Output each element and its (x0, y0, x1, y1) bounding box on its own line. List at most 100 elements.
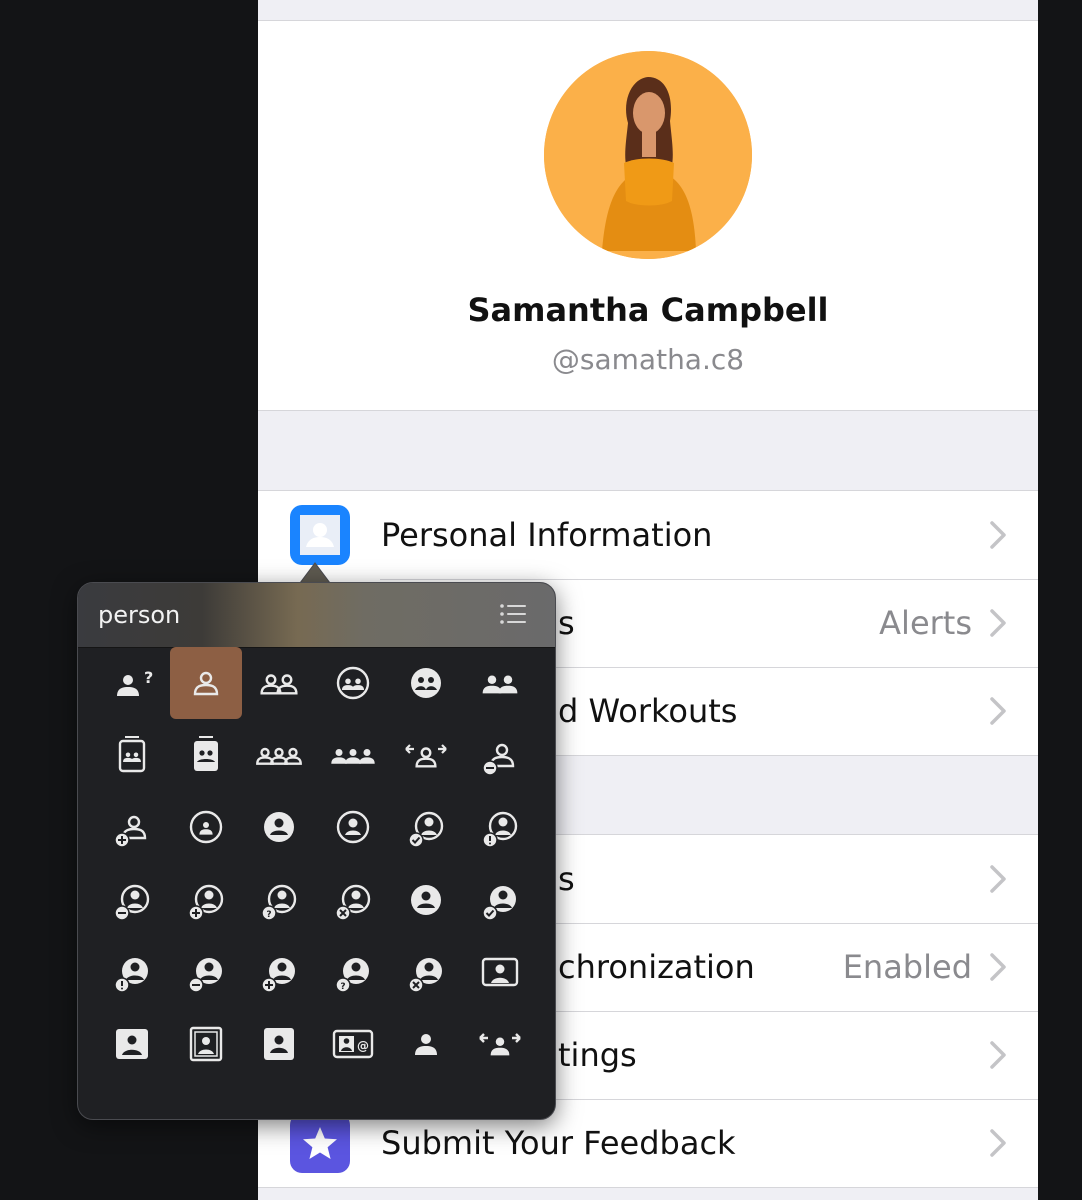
person-crop-circle-fill-minus-icon (187, 957, 222, 993)
svg-text:?: ? (144, 668, 153, 687)
person-text-rectangle-icon: @ (332, 1029, 373, 1059)
person-crop-circle-checkmark-icon (408, 812, 444, 849)
avatar-photo (544, 51, 752, 259)
symbol-cell[interactable] (170, 719, 242, 791)
symbol-cell[interactable] (243, 647, 315, 719)
person-2-circle-fill-icon (411, 668, 441, 698)
profile-header: Samantha Campbell @samatha.c8 (258, 20, 1038, 411)
symbol-cell[interactable] (464, 791, 536, 863)
symbol-cell[interactable] (464, 864, 536, 936)
symbol-cell[interactable] (317, 647, 389, 719)
symbol-cell[interactable] (170, 791, 242, 863)
symbol-cell[interactable] (317, 719, 389, 791)
symbol-cell[interactable] (390, 647, 462, 719)
person-crop-square-fill-icon (116, 1029, 148, 1059)
person-icon (290, 505, 350, 565)
symbol-cell[interactable] (96, 1008, 168, 1080)
person-question-icon: ? (117, 668, 153, 696)
chevron-right-icon (990, 697, 1006, 725)
row-value: Enabled (842, 948, 972, 986)
person-3-icon (256, 747, 302, 766)
list-icon[interactable] (499, 602, 527, 626)
symbol-search-bar[interactable]: person (78, 583, 555, 648)
person-icon (193, 671, 218, 696)
symbol-cell[interactable]: @ (317, 1008, 389, 1080)
symbol-cell[interactable] (464, 719, 536, 791)
symbol-cell[interactable] (390, 936, 462, 1008)
symbol-cell[interactable] (243, 1008, 315, 1080)
symbol-cell[interactable] (317, 791, 389, 863)
person-minus-icon (481, 743, 514, 776)
symbol-cell[interactable] (243, 791, 315, 863)
symbol-cell[interactable] (390, 719, 462, 791)
person-crop-circle-fill-icon (411, 884, 441, 915)
symbol-cell[interactable] (464, 1008, 536, 1080)
svg-text:?: ? (340, 982, 345, 992)
person-crop-circle-fill-checkmark-icon (481, 885, 516, 921)
row-label: Personal Information (381, 516, 713, 554)
chevron-right-icon (990, 1129, 1006, 1157)
chevron-right-icon (990, 1041, 1006, 1069)
symbol-cell[interactable] (390, 791, 462, 863)
person-circle-fill-icon (264, 812, 294, 843)
person-fill-arrows-icon (478, 1033, 521, 1056)
chevron-right-icon (990, 953, 1006, 981)
person-crop-circle-icon (336, 811, 369, 844)
row-label: s (558, 860, 575, 898)
row-label: chronization (558, 948, 755, 986)
symbol-cell[interactable] (317, 864, 389, 936)
row-label: tings (558, 1036, 637, 1074)
symbol-cell[interactable] (170, 864, 242, 936)
row-label: d Workouts (558, 692, 738, 730)
person-crop-circle-question-icon: ? (261, 884, 297, 921)
symbol-cell[interactable] (169, 647, 242, 719)
symbol-cell[interactable]: ? (96, 647, 168, 719)
symbol-cell[interactable] (96, 719, 168, 791)
person-fill-icon (415, 1034, 437, 1055)
symbol-cell[interactable] (464, 936, 536, 1008)
svg-text:@: @ (357, 1039, 369, 1053)
symbol-cell[interactable]: ? (317, 936, 389, 1008)
popover-arrow (300, 562, 330, 584)
profile-handle: @samatha.c8 (551, 343, 745, 376)
symbol-cell[interactable] (464, 647, 536, 719)
person-crop-circle-exclamation-icon (481, 812, 517, 849)
person-crop-rectangle-icon (481, 957, 518, 986)
symbol-search-text[interactable]: person (98, 583, 180, 647)
symbol-picker-popover: person ??? @ (77, 582, 556, 1120)
person-crop-artframe-icon (189, 1026, 222, 1062)
chevron-right-icon (990, 521, 1006, 549)
symbol-cell[interactable] (170, 1008, 242, 1080)
svg-text:?: ? (266, 910, 271, 920)
person-plus-icon (114, 816, 147, 849)
symbol-cell[interactable] (96, 936, 168, 1008)
person-2-fill-icon (482, 675, 517, 694)
person-crop-circle-fill-exclamation-icon (114, 957, 148, 993)
symbol-cell[interactable] (96, 791, 168, 863)
symbol-cell[interactable] (390, 864, 462, 936)
symbol-cell[interactable] (243, 936, 315, 1008)
symbol-cell[interactable] (243, 719, 315, 791)
person-2-circle-icon (336, 666, 369, 700)
row-label: s (558, 604, 575, 642)
person-3-fill-icon (330, 749, 375, 764)
symbol-cell[interactable]: ? (243, 864, 315, 936)
person-crop-circle-minus-icon (114, 884, 150, 921)
person-circle-icon (189, 811, 222, 844)
symbol-cell[interactable] (96, 864, 168, 936)
person-crop-circle-fill-question-icon: ? (334, 957, 369, 993)
row-value: Alerts (879, 604, 972, 642)
person-2-wave-fill-icon (193, 736, 218, 772)
row-personal-information[interactable]: Personal Information (258, 491, 1038, 579)
star-icon (290, 1113, 350, 1173)
avatar[interactable] (544, 51, 752, 259)
person-2-icon (260, 674, 298, 695)
chevron-right-icon (990, 865, 1006, 893)
symbol-cell[interactable] (170, 936, 242, 1008)
chevron-right-icon (990, 609, 1006, 637)
person-crop-circle-xmark-icon (334, 884, 370, 921)
person-crop-circle-fill-xmark-icon (408, 957, 442, 993)
person-arrows-icon (405, 744, 447, 768)
person-crop-circle-plus-icon (187, 884, 223, 921)
symbol-cell[interactable] (390, 1008, 462, 1080)
